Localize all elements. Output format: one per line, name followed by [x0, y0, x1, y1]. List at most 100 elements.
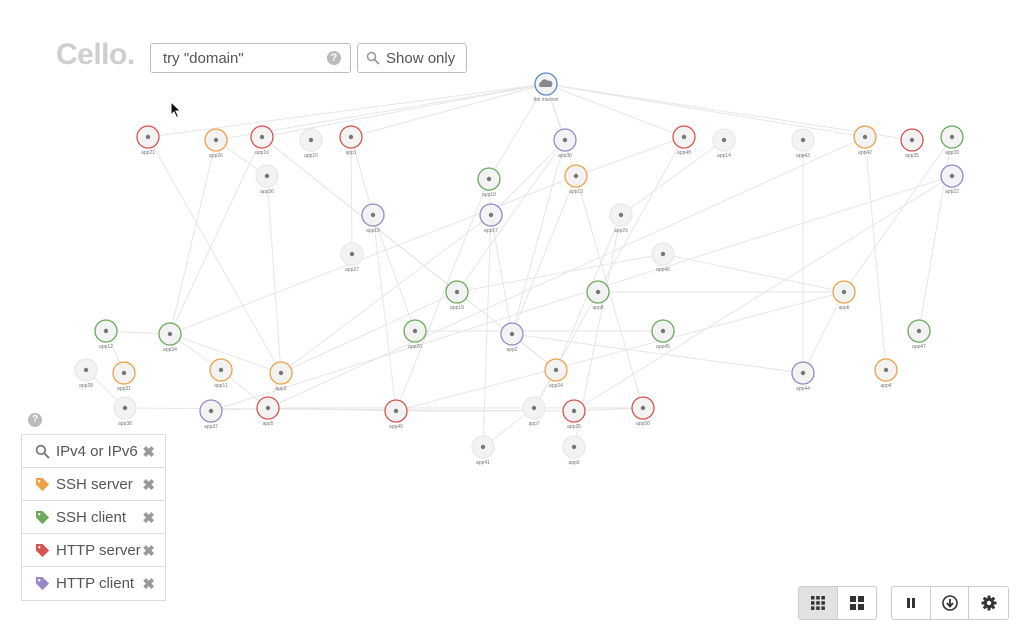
graph-node-app3[interactable]: app3	[269, 361, 293, 392]
graph-node-app4[interactable]: app4	[874, 358, 898, 389]
node-dot	[841, 289, 847, 295]
grid-small-icon	[810, 596, 825, 610]
node-dot	[595, 289, 601, 295]
graph-node-app43[interactable]: app43	[791, 128, 815, 159]
graph-node-app34[interactable]: app34	[158, 322, 182, 353]
graph-edge	[395, 178, 490, 412]
filter-ssh-server[interactable]: SSH server ✖	[22, 468, 165, 501]
pause-button[interactable]	[892, 587, 931, 619]
download-button[interactable]	[931, 587, 970, 619]
node-dot	[949, 173, 955, 179]
graph-node-app2[interactable]: app2	[500, 322, 524, 353]
graph-node-app30[interactable]: app30	[553, 128, 577, 159]
graph-node-app11[interactable]: app11	[209, 358, 233, 389]
filter-label: SSH server	[56, 475, 133, 493]
graph-edge	[350, 83, 547, 138]
remove-filter-icon[interactable]: ✖	[142, 443, 155, 461]
node-label: app24	[549, 383, 563, 389]
graph-node-app41[interactable]: app41	[471, 435, 495, 466]
filter-list: IPv4 or IPv6 ✖ SSH server ✖ SSH client ✖…	[21, 434, 166, 601]
node-dot	[660, 328, 666, 334]
node-label: app30	[558, 153, 572, 159]
graph-node-app5[interactable]: app5	[256, 396, 280, 427]
graph-node-app46[interactable]: app46	[651, 242, 675, 273]
node-dot	[208, 408, 214, 414]
remove-filter-icon[interactable]: ✖	[142, 476, 155, 494]
node-dot	[571, 444, 577, 450]
grid-large-button[interactable]	[838, 587, 877, 619]
graph-node-app28[interactable]: app28	[74, 358, 98, 389]
graph-node-app14[interactable]: app14	[712, 128, 736, 159]
filter-ipv4-or-ipv6[interactable]: IPv4 or IPv6 ✖	[22, 435, 165, 468]
graph-node-app37[interactable]: app37	[199, 399, 223, 430]
graph-node-app10[interactable]: app10	[361, 203, 385, 234]
filter-ssh-client[interactable]: SSH client ✖	[22, 501, 165, 534]
node-dot	[122, 405, 128, 411]
node-label: app16	[255, 150, 269, 156]
graph-node-app7[interactable]: app7	[522, 396, 546, 427]
graph-node-app19[interactable]: app19	[445, 280, 469, 311]
graph-node-app17[interactable]: app17	[479, 203, 503, 234]
node-label: the internet	[533, 97, 559, 103]
node-dot	[681, 134, 687, 140]
grid-small-button[interactable]	[799, 587, 838, 619]
remove-filter-icon[interactable]: ✖	[142, 509, 155, 527]
graph-node-app36[interactable]: app36	[255, 164, 279, 195]
graph-node-app25[interactable]: app25	[562, 399, 586, 430]
node-label: app12	[99, 344, 113, 350]
node-label: app46	[656, 267, 670, 273]
node-label: app27	[345, 267, 359, 273]
graph-node-app44[interactable]: app44	[791, 361, 815, 392]
node-label: app41	[476, 460, 490, 466]
graph-node-app26[interactable]: app26	[204, 128, 228, 159]
node-dot	[278, 370, 284, 376]
graph-node-app42[interactable]: app42	[853, 125, 877, 156]
graph-node-app40[interactable]: app40	[384, 399, 408, 430]
filter-http-client[interactable]: HTTP client ✖	[22, 567, 165, 600]
graph-edge	[169, 139, 217, 335]
graph-node-app24[interactable]: app24	[544, 358, 568, 389]
graph-node-app15[interactable]: app15	[299, 128, 323, 159]
node-dot	[909, 137, 915, 143]
filters-help-icon[interactable]: ?	[28, 413, 42, 427]
graph-node-app1[interactable]: app1	[339, 125, 363, 156]
graph-edge	[456, 253, 664, 293]
graph-node-app50[interactable]: app50	[631, 396, 655, 427]
settings-button[interactable]	[969, 587, 1008, 619]
graph-node-app39[interactable]: app39	[940, 125, 964, 156]
remove-filter-icon[interactable]: ✖	[142, 542, 155, 560]
graph-edge	[372, 214, 397, 412]
graph-node-app35[interactable]: app35	[900, 128, 924, 159]
node-label: app1	[345, 150, 356, 156]
node-dot	[454, 289, 460, 295]
graph-node-app22[interactable]: app22	[940, 164, 964, 195]
graph-node-app47[interactable]: app47	[907, 319, 931, 350]
graph-edge	[490, 139, 566, 216]
graph-node-app12[interactable]: app12	[94, 319, 118, 350]
node-label: app6	[838, 305, 849, 311]
remove-filter-icon[interactable]: ✖	[142, 575, 155, 593]
graph-node-app27[interactable]: app27	[340, 242, 364, 273]
graph-node-the-internet[interactable]: the internet	[533, 72, 559, 103]
graph-node-app9[interactable]: app9	[562, 435, 586, 466]
node-label: app21	[141, 150, 155, 156]
graph-node-app16[interactable]: app16	[250, 125, 274, 156]
filter-http-server[interactable]: HTTP server ✖	[22, 534, 165, 567]
graph-edge	[511, 175, 577, 335]
graph-edge	[620, 139, 725, 216]
node-label: app50	[636, 421, 650, 427]
graph-node-app31[interactable]: app31	[112, 361, 136, 392]
graph-node-app13[interactable]: app13	[564, 164, 588, 195]
graph-node-app45[interactable]: app45	[651, 319, 675, 350]
node-dot	[862, 134, 868, 140]
graph-node-app18[interactable]: app18	[477, 167, 501, 198]
node-label: app44	[796, 386, 810, 392]
graph-node-app48[interactable]: app48	[672, 125, 696, 156]
graph-node-app38[interactable]: app38	[113, 396, 137, 427]
graph-node-app29[interactable]: app29	[609, 203, 633, 234]
node-dot	[83, 367, 89, 373]
grid-large-icon	[849, 596, 864, 610]
node-dot	[883, 367, 889, 373]
tag-icon	[34, 542, 50, 558]
node-label: app38	[118, 421, 132, 427]
